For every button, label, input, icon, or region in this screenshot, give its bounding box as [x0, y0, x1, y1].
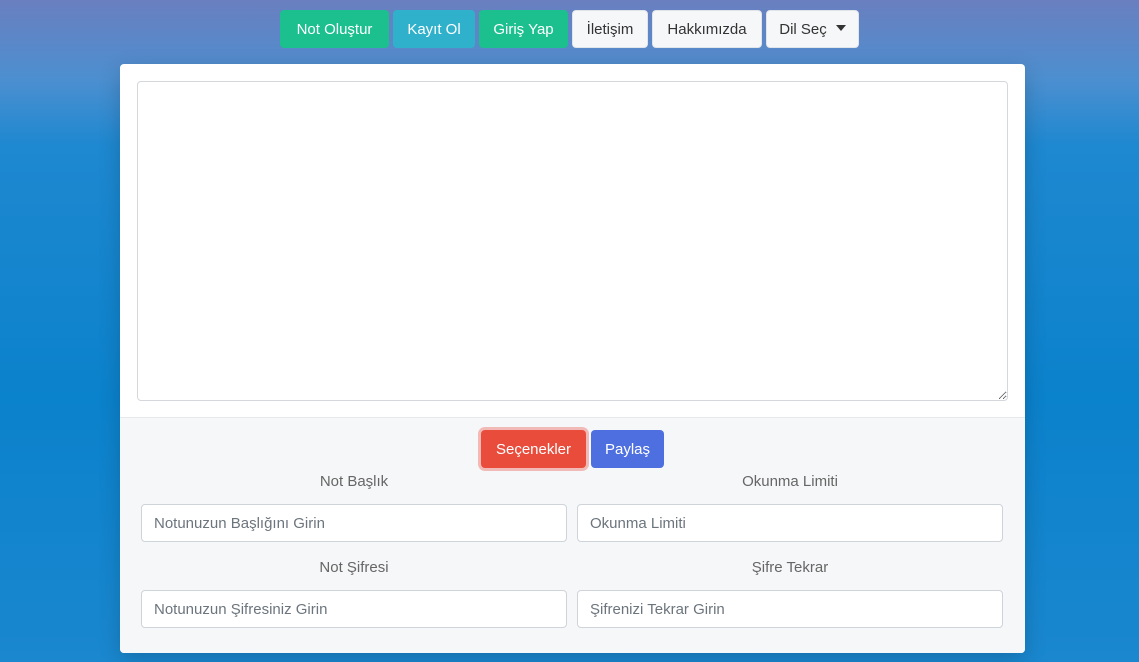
note-editor[interactable] — [137, 81, 1008, 401]
note-password-label: Not Şifresi — [319, 559, 389, 576]
read-limit-label: Okunma Limiti — [742, 473, 838, 490]
caret-down-icon — [835, 25, 846, 31]
action-row: Seçenekler Paylaş — [120, 430, 1025, 468]
card-footer: Seçenekler Paylaş Not Başlık Okunma Limi… — [120, 417, 1025, 653]
note-password-group: Not Şifresi — [141, 558, 567, 628]
note-title-label: Not Başlık — [319, 473, 389, 490]
login-button[interactable]: Giriş Yap — [479, 10, 568, 48]
note-password-input[interactable] — [141, 590, 567, 628]
read-limit-input[interactable] — [577, 504, 1003, 542]
password-repeat-group: Şifre Tekrar — [577, 558, 1003, 628]
password-repeat-input[interactable] — [577, 590, 1003, 628]
options-button[interactable]: Seçenekler — [481, 430, 586, 468]
about-button[interactable]: Hakkımızda — [652, 10, 762, 48]
read-limit-group: Okunma Limiti — [577, 472, 1003, 542]
note-card: Seçenekler Paylaş Not Başlık Okunma Limi… — [120, 64, 1025, 653]
language-dropdown-button[interactable]: Dil Seç — [766, 10, 859, 48]
register-button[interactable]: Kayıt Ol — [393, 10, 475, 48]
contact-button[interactable]: İletişim — [572, 10, 648, 48]
note-title-input[interactable] — [141, 504, 567, 542]
language-dropdown-label: Dil Seç — [779, 20, 827, 38]
share-button[interactable]: Paylaş — [591, 430, 664, 468]
password-repeat-label: Şifre Tekrar — [751, 559, 829, 576]
create-note-button[interactable]: Not Oluştur — [280, 10, 389, 48]
note-title-group: Not Başlık — [141, 472, 567, 542]
top-navigation: Not Oluştur Kayıt Ol Giriş Yap İletişim … — [0, 10, 1139, 48]
